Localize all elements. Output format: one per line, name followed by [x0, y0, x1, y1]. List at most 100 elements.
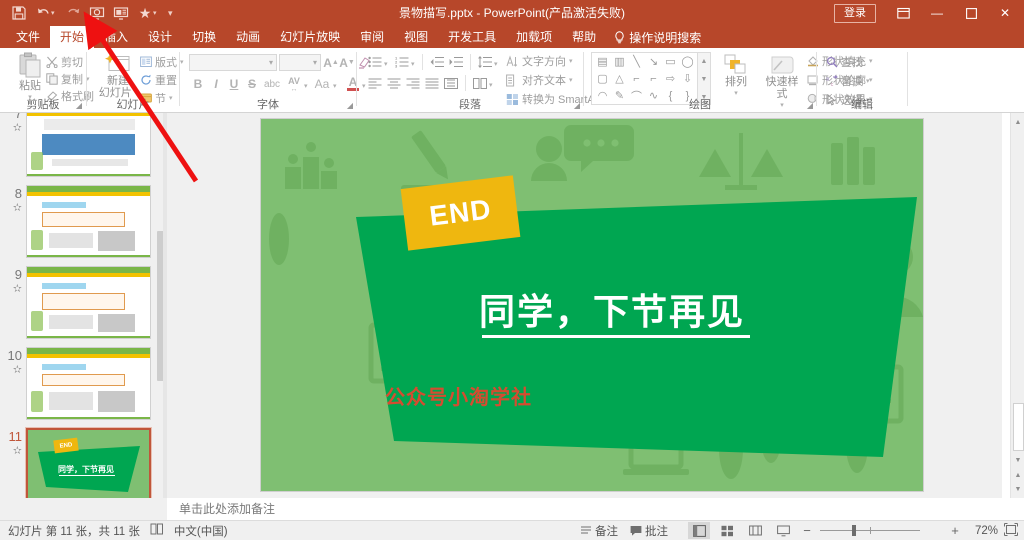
tab-help[interactable]: 帮助 [562, 26, 606, 48]
arrange-button[interactable]: 排列 ▾ [717, 54, 755, 100]
tab-review[interactable]: 审阅 [350, 26, 394, 48]
thumbnail-row-10[interactable]: 10 ✫ [0, 347, 165, 420]
zoom-out-button[interactable]: − [800, 523, 814, 538]
tab-insert[interactable]: 插入 [94, 26, 138, 48]
replace-dropdown-icon[interactable]: ▾ [866, 77, 870, 85]
view-reading-button[interactable] [744, 522, 766, 539]
justify-button[interactable] [423, 75, 440, 91]
watermark-text[interactable]: 公众号小淘学社 [385, 381, 532, 410]
shape-square-icon[interactable]: ▢ [594, 70, 611, 87]
shape-vertical-textbox-icon[interactable]: ▥ [611, 53, 628, 70]
replace-button[interactable]: ac 替换 ▾ [826, 73, 870, 89]
line-spacing-dropdown-icon[interactable]: ▾ [494, 60, 498, 68]
bullets-button[interactable] [366, 54, 383, 70]
paragraph-dialog-launcher[interactable]: ◢ [574, 101, 580, 110]
shapes-scroll-down-icon[interactable]: ▼ [701, 76, 708, 83]
increase-indent-button[interactable] [447, 54, 464, 70]
text-direction-button[interactable]: 文字方向 ▾ [506, 53, 573, 69]
shapes-scroll-up-icon[interactable]: ▲ [701, 58, 708, 65]
copy-button[interactable]: 复制 ▾ [46, 71, 90, 87]
scrollbar-thumb[interactable] [1013, 403, 1024, 451]
character-spacing-dropdown-icon[interactable]: ▾ [304, 82, 308, 90]
scroll-down-icon[interactable]: ▼ [1012, 453, 1024, 467]
ribbon-display-options-icon[interactable] [886, 0, 920, 26]
maximize-icon[interactable] [954, 0, 988, 26]
sign-in-button[interactable]: 登录 [834, 3, 876, 23]
bold-button[interactable]: B [190, 76, 206, 92]
align-text-dropdown-icon[interactable]: ▾ [569, 76, 573, 84]
layout-button[interactable]: 版式 ▾ [140, 54, 184, 70]
view-slide-sorter-button[interactable] [716, 522, 738, 539]
zoom-track[interactable] [820, 525, 920, 536]
increase-font-size-button[interactable]: A ▲ [323, 54, 339, 71]
slide-thumbnail-7[interactable] [26, 113, 151, 177]
tab-design[interactable]: 设计 [138, 26, 182, 48]
align-left-button[interactable] [366, 75, 383, 91]
slide-counter[interactable]: 幻灯片 第 11 张，共 11 张 [8, 523, 140, 539]
tab-slideshow[interactable]: 幻灯片放映 [270, 26, 350, 48]
character-spacing-button[interactable]: AV ↔ [285, 76, 303, 93]
notes-pane[interactable]: 单击此处添加备注 [167, 498, 1010, 520]
clipboard-dialog-launcher[interactable]: ◢ [76, 101, 82, 110]
align-center-button[interactable] [385, 75, 402, 91]
tab-addins[interactable]: 加载项 [506, 26, 562, 48]
new-slide-button[interactable]: 新建 幻灯片 ▾ [96, 53, 140, 99]
slide-thumbnail-9[interactable] [26, 266, 151, 339]
numbering-button[interactable]: 123 [393, 54, 410, 70]
text-shadow-button[interactable]: abc [262, 77, 282, 92]
tab-home[interactable]: 开始 [50, 26, 95, 48]
shape-oval-icon[interactable]: ◯ [679, 53, 696, 70]
language-label[interactable]: 中文(中国) [174, 523, 228, 539]
reset-button[interactable]: 重置 [140, 72, 177, 88]
decrease-indent-button[interactable] [428, 54, 445, 70]
shape-elbow-connector-icon[interactable]: ⌐ [628, 70, 645, 87]
drawing-dialog-launcher[interactable]: ◢ [807, 101, 813, 110]
change-case-dropdown-icon[interactable]: ▾ [333, 82, 337, 90]
thumbnail-row-11[interactable]: 11 ✫ END 同学，下节再见 [0, 427, 165, 498]
slide-thumbnail-10[interactable] [26, 347, 151, 420]
align-text-button[interactable]: 对齐文本 ▾ [506, 72, 573, 88]
close-icon[interactable]: ✕ [988, 0, 1022, 26]
slide-vertical-scrollbar[interactable]: ▲ ▼ ▲ ▼ [1010, 113, 1024, 498]
notes-button[interactable]: 备注 [580, 523, 618, 539]
shape-right-arrow-icon[interactable]: ⇨ [662, 70, 679, 87]
zoom-in-button[interactable]: + [948, 523, 962, 538]
font-size-combo[interactable]: ▾ [279, 54, 321, 71]
line-spacing-button[interactable] [476, 54, 493, 70]
comments-button[interactable]: 批注 [630, 523, 668, 539]
slide-thumbnail-11[interactable]: END 同学，下节再见 [25, 427, 152, 498]
cut-button[interactable]: 剪切 [46, 54, 83, 70]
shape-triangle-icon[interactable]: △ [611, 70, 628, 87]
shape-rectangle-icon[interactable]: ▭ [662, 53, 679, 70]
thumbnail-row-9[interactable]: 9 ✫ [0, 266, 165, 339]
distributed-button[interactable] [442, 75, 459, 91]
text-direction-dropdown-icon[interactable]: ▾ [569, 57, 573, 65]
slide-thumbnail-panel[interactable]: 7 ✫ 8 ✫ 9 ✫ 10 ✫ 11 ✫ END 同学，下节再见 [0, 113, 165, 498]
fit-to-window-button[interactable] [1004, 522, 1018, 539]
decrease-font-size-button[interactable]: A ▼ [339, 54, 355, 71]
previous-slide-icon[interactable]: ▲ [1012, 468, 1024, 482]
current-slide[interactable]: END 同学，下节再见 公众号小淘学社 [261, 119, 923, 491]
shape-down-arrow-icon[interactable]: ⇩ [679, 70, 696, 87]
zoom-level-label[interactable]: 72% [968, 525, 998, 537]
tab-file[interactable]: 文件 [6, 26, 50, 48]
scroll-up-icon[interactable]: ▲ [1012, 115, 1024, 129]
change-case-button[interactable]: Aa [312, 76, 332, 92]
zoom-knob[interactable] [852, 525, 856, 536]
slide-title-text[interactable]: 同学，下节再见 [479, 283, 769, 335]
font-name-combo[interactable]: ▾ [189, 54, 277, 71]
find-button[interactable]: 查找 [826, 54, 863, 70]
thumbnail-row-7[interactable]: 7 ✫ [0, 113, 165, 177]
columns-button[interactable] [471, 75, 488, 91]
tab-view[interactable]: 视图 [394, 26, 438, 48]
shape-textbox-icon[interactable]: ▤ [594, 53, 611, 70]
next-slide-icon[interactable]: ▼ [1012, 482, 1024, 496]
numbering-dropdown-icon[interactable]: ▾ [411, 60, 415, 68]
tab-transitions[interactable]: 切换 [182, 26, 226, 48]
slide-thumbnail-8[interactable] [26, 185, 151, 258]
tab-animations[interactable]: 动画 [226, 26, 270, 48]
minimize-icon[interactable]: — [920, 0, 954, 26]
bullets-dropdown-icon[interactable]: ▾ [384, 60, 388, 68]
shape-line-icon[interactable]: ╲ [628, 53, 645, 70]
shape-arrow-icon[interactable]: ↘ [645, 53, 662, 70]
